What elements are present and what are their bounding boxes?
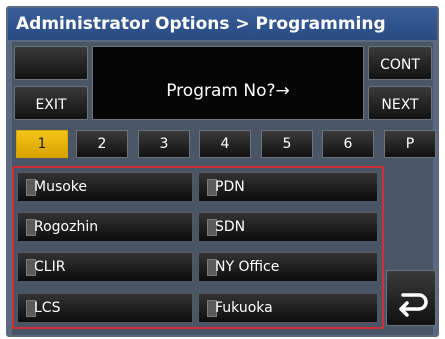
program-display: Program No?→ xyxy=(92,46,364,120)
blank-top-left-button[interactable] xyxy=(14,46,88,80)
number-key-5[interactable]: 5 xyxy=(261,130,313,158)
number-key-4[interactable]: 4 xyxy=(199,130,251,158)
next-button[interactable]: NEXT xyxy=(368,86,432,120)
cont-button-label: CONT xyxy=(380,57,420,73)
list-item-label: Musoke xyxy=(34,179,88,195)
list-item-musoke[interactable]: Musoke xyxy=(17,172,193,202)
window-title: Administrator Options > Programming xyxy=(8,8,437,40)
list-item-label: Fukuoka xyxy=(215,300,273,316)
list-item-label: LCS xyxy=(34,300,61,316)
list-item-label: PDN xyxy=(215,179,245,195)
list-item-pdn[interactable]: PDN xyxy=(198,172,378,202)
list-item-label: Rogozhin xyxy=(34,219,99,235)
list-item-sdn[interactable]: SDN xyxy=(198,212,378,242)
number-key-2[interactable]: 2 xyxy=(76,130,128,158)
program-prompt: Program No?→ xyxy=(166,81,290,101)
number-key-6[interactable]: 6 xyxy=(322,130,374,158)
list-item-ny-office[interactable]: NY Office xyxy=(198,252,378,282)
number-key-3[interactable]: 3 xyxy=(138,130,190,158)
list-item-clir[interactable]: CLIR xyxy=(17,252,193,282)
list-item-label: NY Office xyxy=(215,259,280,275)
list-item-rogozhin[interactable]: Rogozhin xyxy=(17,212,193,242)
list-item-label: SDN xyxy=(215,219,246,235)
number-key-p[interactable]: P xyxy=(384,130,436,158)
next-button-label: NEXT xyxy=(381,97,419,113)
list-item-lcs[interactable]: LCS xyxy=(17,293,193,323)
number-key-1[interactable]: 1 xyxy=(16,130,68,158)
cont-button[interactable]: CONT xyxy=(368,46,432,80)
exit-button-label: EXIT xyxy=(35,97,67,113)
list-item-fukuoka[interactable]: Fukuoka xyxy=(198,293,378,323)
back-button[interactable] xyxy=(386,270,436,326)
exit-button[interactable]: EXIT xyxy=(14,86,88,120)
return-arrow-icon xyxy=(399,293,428,317)
list-item-label: CLIR xyxy=(34,259,66,275)
